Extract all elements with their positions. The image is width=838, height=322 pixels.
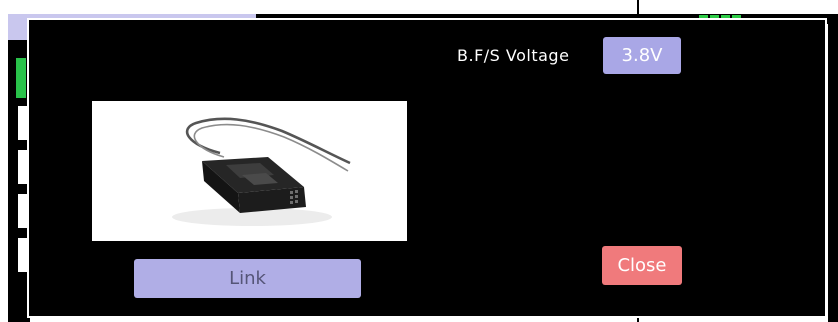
voltage-label: B.F/S Voltage [457, 46, 570, 65]
close-button[interactable]: Close [602, 246, 682, 285]
background-right-edge [828, 14, 838, 322]
screen: B.F/S Voltage 3.8V Link Close [0, 0, 838, 322]
voltage-value-button[interactable]: 3.8V [603, 37, 681, 74]
background-status-indicator [16, 58, 26, 98]
link-button[interactable]: Link [134, 259, 361, 298]
callout-line-top [637, 0, 639, 18]
receiver-module-image [92, 101, 407, 241]
